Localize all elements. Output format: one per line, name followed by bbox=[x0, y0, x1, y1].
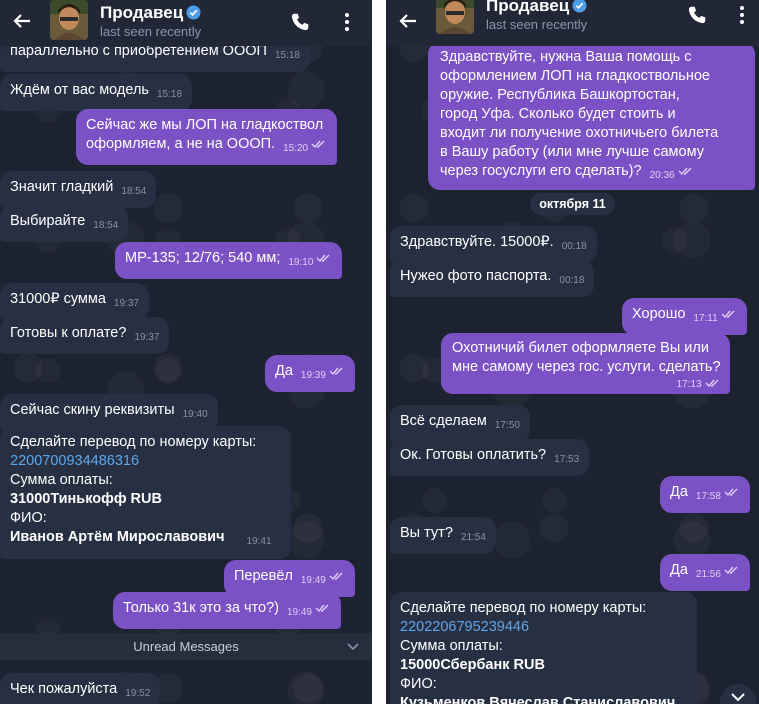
more-vertical-icon[interactable] bbox=[732, 4, 752, 26]
unread-messages-divider: Unread Messages bbox=[0, 633, 372, 660]
verified-icon bbox=[572, 0, 587, 13]
message-incoming: Вы тут? 21:54 bbox=[390, 517, 496, 554]
double-check-icon bbox=[316, 254, 330, 263]
chat-header: Продавец last seen recently bbox=[386, 0, 759, 46]
message-incoming: Всё сделаем 17:50 bbox=[390, 405, 530, 442]
message-payment-details: Сделайте перевод по номеру карты: 220070… bbox=[0, 426, 291, 559]
double-check-icon bbox=[724, 488, 738, 497]
double-check-icon bbox=[678, 167, 692, 176]
message-outgoing: Да 19:39 bbox=[265, 355, 355, 392]
message-outgoing: Только 31к это за что?) 19:49 bbox=[113, 592, 341, 629]
chevron-down-icon bbox=[731, 693, 745, 702]
message-incoming: Ок. Готовы оплатить? 17:53 bbox=[390, 439, 590, 476]
chat-screen-right: Здравствуйте, нужна Ваша помощь с оформл… bbox=[386, 0, 759, 704]
message-incoming: Ждём от вас модель 15:18 bbox=[0, 74, 193, 111]
back-arrow-icon[interactable] bbox=[10, 9, 34, 33]
more-vertical-icon[interactable] bbox=[337, 11, 357, 33]
phone-icon[interactable] bbox=[289, 11, 311, 33]
phone-icon[interactable] bbox=[686, 4, 708, 26]
message-outgoing: Хорошо 17:11 bbox=[622, 298, 747, 335]
message-incoming: 31000₽ сумма 19:37 bbox=[0, 283, 149, 320]
back-arrow-icon[interactable] bbox=[396, 9, 420, 33]
double-check-icon bbox=[724, 566, 738, 575]
message-outgoing: Да 17:58 bbox=[660, 476, 750, 513]
double-check-icon bbox=[315, 604, 329, 613]
card-number-link[interactable]: 2202206795239446 bbox=[400, 618, 687, 637]
double-check-icon bbox=[705, 379, 719, 388]
double-check-icon bbox=[721, 310, 735, 319]
chat-header: Продавец last seen recently bbox=[0, 0, 372, 46]
double-check-icon bbox=[329, 367, 343, 376]
chevron-down-icon[interactable] bbox=[346, 639, 360, 653]
avatar[interactable] bbox=[436, 0, 474, 34]
message-outgoing: МР-135; 12/76; 540 мм; 19:10 bbox=[115, 242, 343, 279]
date-separator: октября 11 bbox=[530, 193, 615, 215]
card-number-link[interactable]: 2200700934486316 bbox=[10, 452, 281, 471]
message-incoming: Выбирайте 18:54 bbox=[0, 205, 129, 242]
message-outgoing: Здравствуйте, нужна Ваша помощь с оформл… bbox=[428, 42, 755, 190]
verified-icon bbox=[186, 5, 201, 20]
contact-name[interactable]: Продавец bbox=[100, 3, 201, 23]
message-payment-details: Сделайте перевод по номеру карты: 220220… bbox=[390, 592, 697, 704]
message-incoming: Здравствуйте. 15000₽. 00:18 bbox=[390, 226, 597, 263]
contact-photo bbox=[436, 0, 474, 34]
double-check-icon bbox=[329, 572, 343, 581]
avatar[interactable] bbox=[50, 0, 88, 40]
double-check-icon bbox=[311, 140, 325, 149]
message-outgoing: Да 21:56 bbox=[660, 554, 750, 591]
contact-status: last seen recently bbox=[100, 24, 202, 39]
contact-photo bbox=[50, 0, 88, 40]
message-outgoing: Сейчас же мы ЛОП на гладкоствол оформляе… bbox=[76, 109, 338, 165]
message-incoming: Готовы к оплате? 19:37 bbox=[0, 317, 170, 354]
contact-name[interactable]: Продавец bbox=[486, 0, 587, 16]
chat-screen-left: параллельно с приобретением ОООП 15:18 Жд… bbox=[0, 0, 372, 704]
message-incoming: Нужео фото паспорта. 00:18 bbox=[390, 260, 595, 297]
message-incoming: Значит гладкий 18:54 bbox=[0, 171, 157, 208]
contact-status: last seen recently bbox=[486, 17, 588, 32]
message-incoming: Чек пожалуйста 19:52 bbox=[0, 673, 161, 704]
message-outgoing: Охотничий билет оформляете Вы или мне са… bbox=[441, 333, 730, 394]
